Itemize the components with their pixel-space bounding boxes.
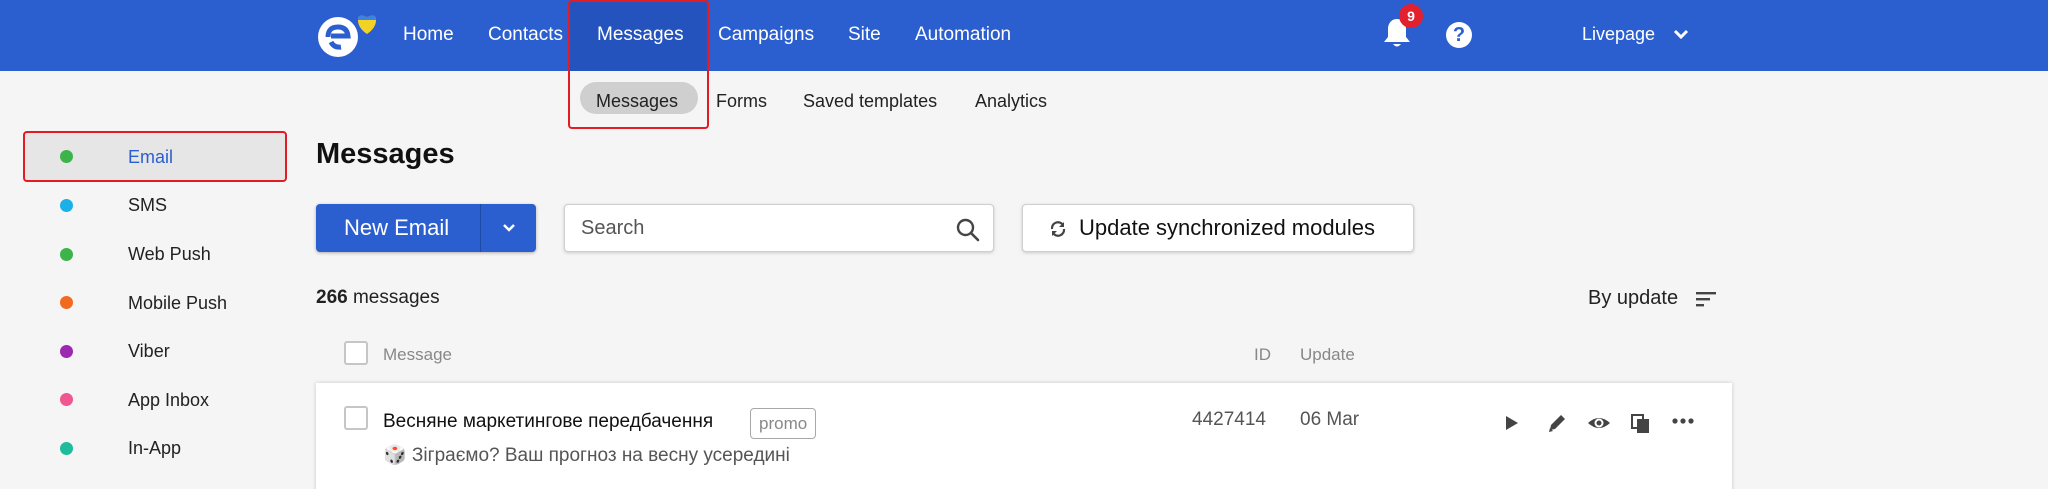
top-navbar: Home Contacts Messages Campaigns Site Au… [0, 0, 2048, 71]
search-box[interactable] [564, 204, 994, 252]
play-icon[interactable] [1498, 410, 1524, 436]
nav-site[interactable]: Site [848, 0, 881, 71]
message-count-number: 266 [316, 287, 348, 308]
button-divider [480, 204, 481, 252]
new-email-button[interactable]: New Email [316, 204, 536, 252]
sidebar-item-email[interactable]: Email [24, 132, 286, 180]
edit-icon[interactable] [1544, 410, 1570, 436]
logo-icon[interactable] [314, 8, 382, 60]
row-checkbox[interactable] [344, 406, 368, 430]
sidebar-item-mobile-push[interactable]: Mobile Push [24, 278, 286, 326]
message-subject: 🎲 Зіграємо? Ваш прогноз на весну усереди… [383, 445, 790, 466]
status-dot-viber [60, 345, 73, 358]
subnav-forms[interactable]: Forms [716, 86, 767, 116]
new-email-button-label: New Email [344, 215, 450, 240]
account-menu[interactable]: Livepage [1582, 0, 1655, 71]
sidebar-item-label: Email [128, 147, 174, 167]
notification-badge: 9 [1399, 4, 1423, 28]
message-tag: promo [750, 408, 817, 439]
status-dot-email [60, 150, 73, 163]
status-dot-sms [60, 199, 73, 212]
message-count: 266 messages [316, 287, 440, 309]
update-synchronized-modules-button[interactable]: Update synchronized modules [1022, 204, 1414, 252]
subnav-saved-templates[interactable]: Saved templates [803, 86, 937, 116]
page-title: Messages [316, 138, 455, 170]
help-icon[interactable]: ? [1446, 22, 1472, 48]
status-dot-in-app [60, 442, 73, 455]
nav-home[interactable]: Home [403, 0, 454, 71]
highlight-box-messages [568, 0, 709, 129]
sidebar-item-in-app[interactable]: In-App [24, 423, 286, 471]
nav-campaigns[interactable]: Campaigns [718, 0, 814, 71]
message-count-suffix: messages [352, 287, 440, 308]
chevron-down-icon[interactable] [1672, 27, 1690, 41]
sidebar-item-label: Mobile Push [128, 293, 228, 313]
caret-down-icon[interactable] [494, 220, 524, 236]
sidebar-item-label: SMS [128, 195, 168, 215]
sidebar-item-app-inbox[interactable]: App Inbox [24, 375, 286, 423]
sidebar-item-viber[interactable]: Viber [24, 326, 286, 374]
subnav-analytics[interactable]: Analytics [975, 86, 1047, 116]
sidebar-item-label: App Inbox [128, 390, 210, 410]
copy-icon[interactable] [1628, 410, 1654, 436]
status-dot-web-push [60, 248, 73, 261]
sidebar-item-sms[interactable]: SMS [24, 181, 286, 229]
more-icon[interactable] [1670, 410, 1696, 436]
sidebar-item-label: Web Push [128, 244, 211, 264]
sidebar-item-web-push[interactable]: Web Push [24, 229, 286, 277]
select-all-checkbox[interactable] [344, 341, 368, 365]
sort-icon[interactable] [1696, 290, 1716, 308]
message-title[interactable]: Весняне маркетингове передбачення [383, 411, 713, 433]
nav-contacts[interactable]: Contacts [488, 0, 563, 71]
sync-button-label: Update synchronized modules [1079, 215, 1375, 240]
status-dot-mobile-push [60, 296, 73, 309]
sync-icon [1049, 220, 1067, 238]
message-id: 4427414 [1192, 409, 1266, 430]
column-header-message[interactable]: Message [383, 345, 452, 365]
nav-automation[interactable]: Automation [915, 0, 1011, 71]
search-icon[interactable] [955, 217, 981, 243]
sort-dropdown[interactable]: By update [1588, 287, 1678, 310]
preview-icon[interactable] [1586, 410, 1612, 436]
status-dot-app-inbox [60, 393, 73, 406]
search-input[interactable] [581, 213, 941, 243]
sidebar-item-label: In-App [128, 438, 182, 458]
column-header-id[interactable]: ID [1254, 345, 1271, 365]
column-header-update[interactable]: Update [1300, 345, 1355, 365]
sidebar-item-label: Viber [128, 341, 170, 361]
message-date: 06 Mar [1300, 409, 1360, 430]
